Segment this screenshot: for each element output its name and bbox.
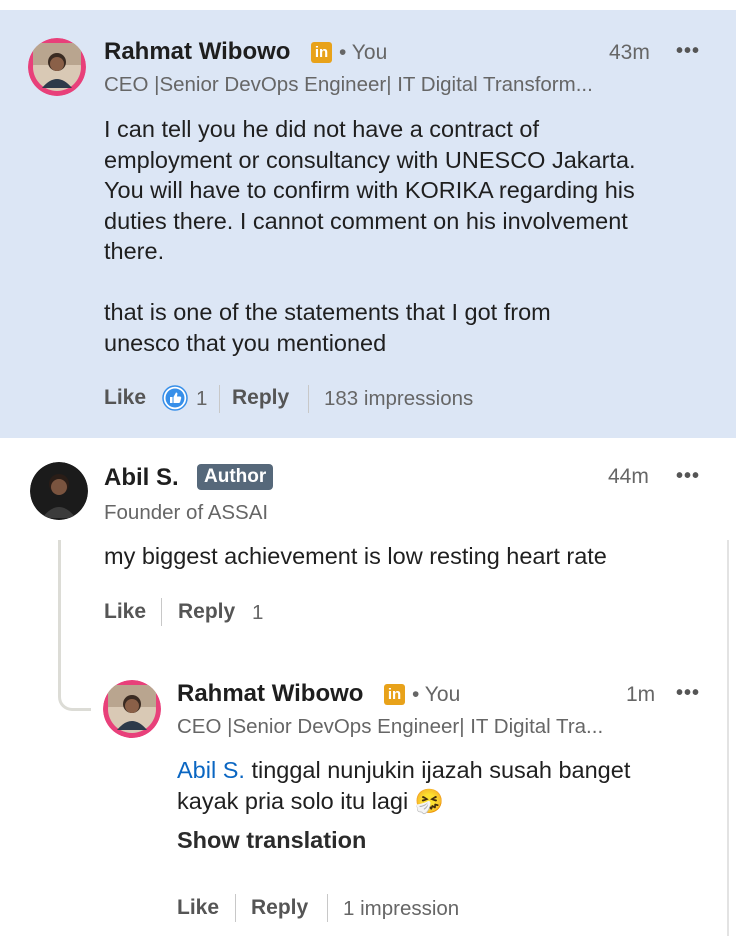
author-headline: Founder of ASSAI	[104, 501, 269, 524]
mention-link[interactable]: Abil S.	[177, 757, 245, 783]
comment-line: that is one of the statements that I got…	[104, 299, 551, 325]
comment-line: kayak pria solo itu lagi 🤧	[177, 786, 630, 817]
comment-time: 44m	[608, 465, 649, 488]
avatar[interactable]	[103, 680, 161, 738]
divider	[161, 598, 162, 626]
thread-connector-curve	[58, 678, 91, 711]
connection-degree: • You	[412, 683, 461, 706]
comment-body: Abil S. tinggal nunjukin ijazah susah ba…	[177, 755, 630, 816]
comment-body: my biggest achievement is low resting he…	[104, 543, 607, 569]
reply-count[interactable]: 1	[252, 601, 263, 625]
linkedin-premium-icon: in	[384, 684, 405, 705]
avatar[interactable]	[30, 462, 88, 520]
comment-line: You will have to confirm with KORIKA reg…	[104, 177, 635, 203]
sneezing-face-emoji: 🤧	[414, 787, 444, 814]
linkedin-premium-icon: in	[311, 42, 332, 63]
comment-line: employment or consultancy with UNESCO Ja…	[104, 146, 636, 173]
more-options-icon[interactable]: •••	[676, 40, 700, 63]
thread-connector	[58, 540, 61, 680]
divider	[219, 385, 220, 413]
divider	[308, 385, 309, 413]
more-options-icon[interactable]: •••	[676, 465, 700, 488]
comment-body: I can tell you he did not have a contrac…	[104, 114, 636, 358]
author-headline: CEO |Senior DevOps Engineer| IT Digital …	[177, 715, 604, 738]
more-options-icon[interactable]: •••	[676, 682, 700, 705]
reply-button[interactable]: Reply	[232, 386, 289, 410]
comment-line: I can tell you he did not have a contrac…	[104, 116, 540, 142]
reply-button[interactable]: Reply	[178, 600, 235, 624]
top-strip	[0, 0, 736, 10]
author-badge: Author	[197, 464, 274, 490]
like-button[interactable]: Like	[177, 896, 219, 920]
comment-text: tinggal nunjukin ijazah susah banget	[244, 757, 631, 783]
comment-line: Abil S. tinggal nunjukin ijazah susah ba…	[177, 755, 630, 786]
author-headline: CEO |Senior DevOps Engineer| IT Digital …	[104, 73, 593, 96]
avatar[interactable]	[28, 38, 86, 96]
comment-line	[104, 267, 636, 298]
reply-button[interactable]: Reply	[251, 896, 308, 920]
divider	[235, 894, 236, 922]
comment-text: kayak pria solo itu lagi	[177, 787, 409, 814]
connection-degree: • You	[339, 41, 388, 64]
show-translation-button[interactable]: Show translation	[177, 827, 366, 854]
comment-time: 43m	[609, 41, 650, 64]
divider	[327, 894, 328, 922]
comment-time: 1m	[626, 683, 656, 706]
comment-line: unesco that you mentioned	[104, 329, 387, 356]
like-button[interactable]: Like	[104, 600, 146, 624]
thread-edge-line	[727, 540, 729, 936]
like-button[interactable]: Like	[104, 386, 146, 410]
reaction-count[interactable]: 1	[196, 387, 207, 411]
like-reaction-icon[interactable]	[162, 385, 188, 411]
comment-author[interactable]: Rahmat Wibowo	[104, 38, 290, 66]
impressions-count[interactable]: 1 impression	[343, 897, 459, 921]
impressions-count[interactable]: 183 impressions	[324, 387, 473, 411]
comment-author[interactable]: Rahmat Wibowo	[177, 680, 363, 708]
comment-line: duties there. I cannot comment on his in…	[104, 207, 628, 234]
comment-line: there.	[104, 238, 165, 264]
comment-author[interactable]: Abil S.	[104, 464, 179, 492]
